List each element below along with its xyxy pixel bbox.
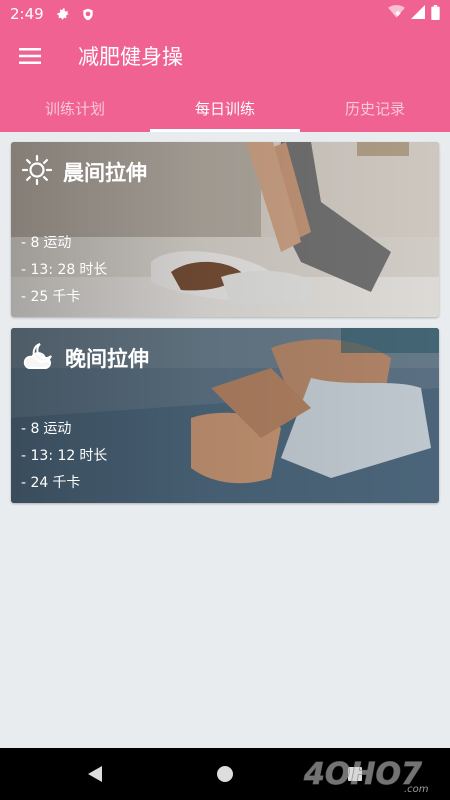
stat-calories: - 24 千卡 <box>21 475 81 491</box>
workout-title: 晨间拉伸 <box>63 161 147 185</box>
svg-text:.com: .com <box>404 784 429 795</box>
app-bar: 减肥健身操 <box>0 28 450 84</box>
workout-card-evening[interactable]: 晚间拉伸 - 8 运动 - 13: 12 时长 - 24 千卡 <box>11 328 439 503</box>
stat-exercises: - 8 运动 <box>21 235 72 251</box>
watermark-logo: 4OHO7 .com <box>303 757 429 796</box>
workout-card-morning[interactable]: 晨间拉伸 - 8 运动 - 13: 28 时长 - 25 千卡 <box>11 142 439 317</box>
stat-duration: - 13: 28 时长 <box>21 262 108 278</box>
back-icon[interactable] <box>30 748 160 800</box>
stat-calories: - 25 千卡 <box>21 289 81 305</box>
stat-duration: - 13: 12 时长 <box>21 448 108 464</box>
tab-bar: 训练计划 每日训练 历史记录 <box>0 84 450 132</box>
status-right-icons <box>388 4 440 24</box>
home-icon[interactable] <box>160 748 290 800</box>
gear-icon <box>56 6 72 22</box>
workout-title: 晚间拉伸 <box>65 347 149 371</box>
wifi-icon <box>388 5 405 23</box>
tab-history[interactable]: 历史记录 <box>300 84 450 132</box>
app-title: 减肥健身操 <box>78 45 183 69</box>
signal-icon <box>411 5 425 23</box>
card-header: 晚间拉伸 <box>21 340 149 376</box>
tab-daily-training[interactable]: 每日训练 <box>150 84 300 132</box>
status-bar: 2:49 <box>0 0 450 28</box>
moon-cloud-icon <box>21 340 55 376</box>
shield-icon <box>80 6 96 22</box>
sun-icon <box>21 154 53 190</box>
card-header: 晨间拉伸 <box>21 154 147 190</box>
workout-stats: - 8 运动 - 13: 28 时长 - 25 千卡 <box>21 230 107 311</box>
battery-icon <box>431 4 440 24</box>
stat-exercises: - 8 运动 <box>21 421 72 437</box>
workout-stats: - 8 运动 - 13: 12 时长 - 24 千卡 <box>21 416 107 497</box>
hamburger-menu-icon[interactable] <box>0 28 60 84</box>
tab-training-plan[interactable]: 训练计划 <box>0 84 150 132</box>
status-time: 2:49 <box>10 5 44 23</box>
